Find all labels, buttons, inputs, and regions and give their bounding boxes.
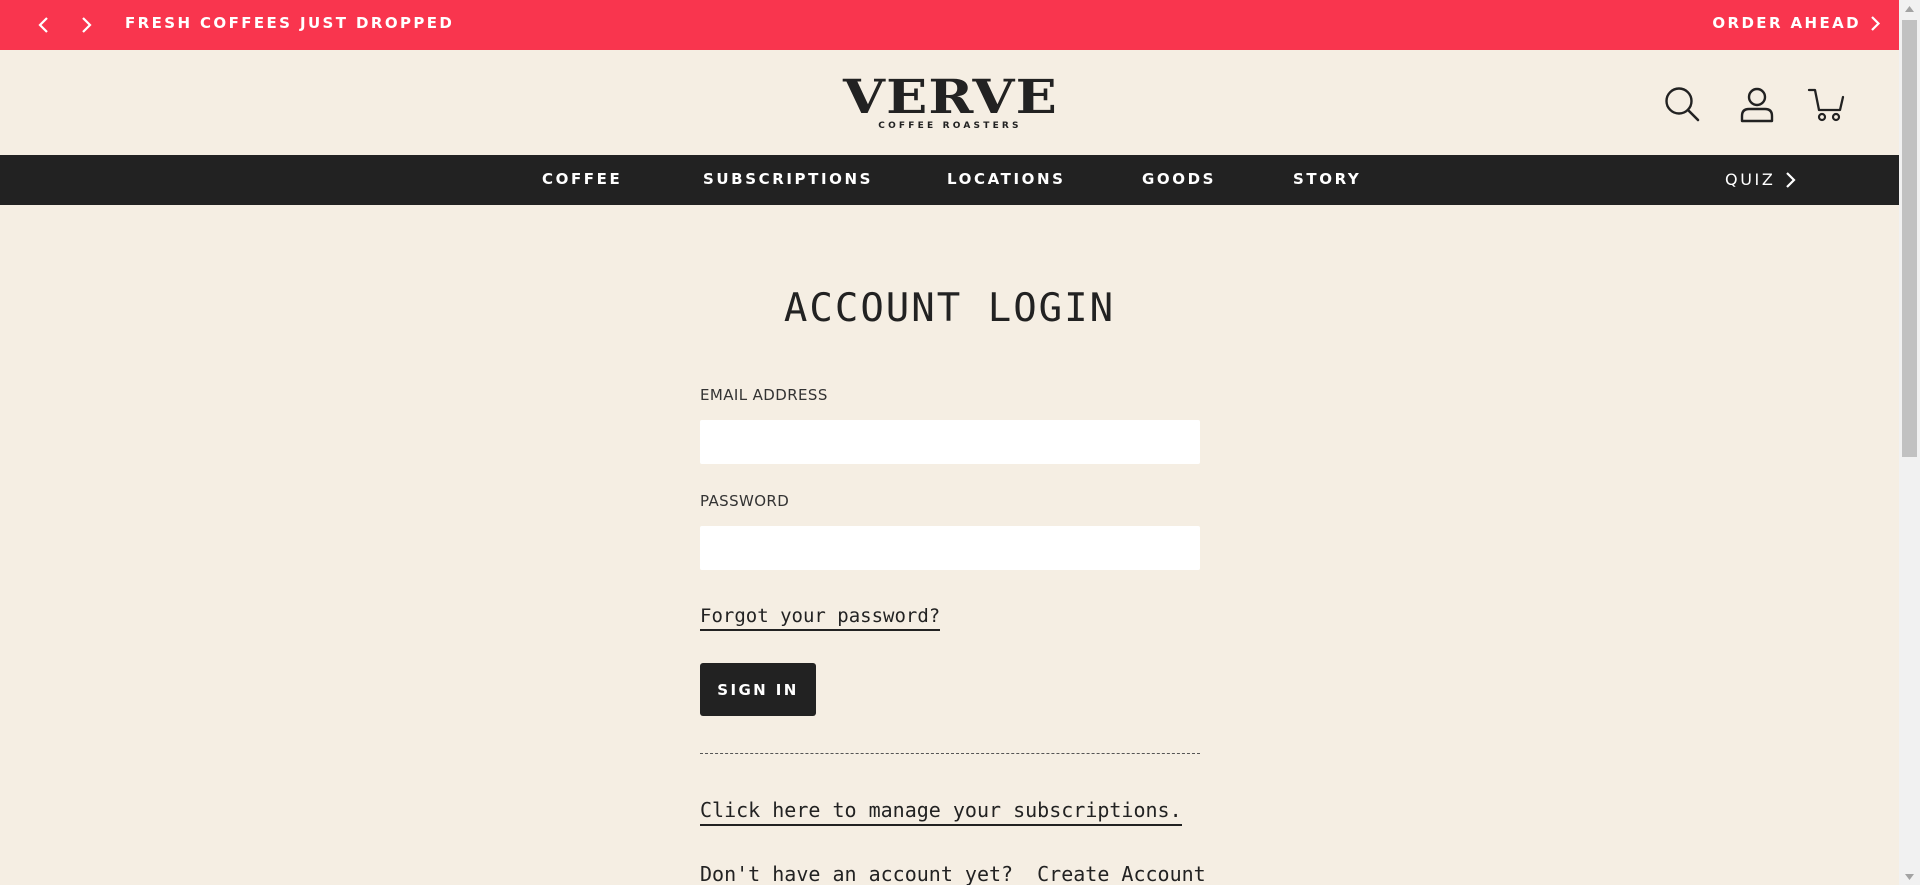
order-ahead-link[interactable]: ORDER AHEAD — [1712, 14, 1881, 32]
nav-item-goods[interactable]: GOODS — [1142, 170, 1216, 188]
chevron-right-icon — [1871, 15, 1881, 31]
main-nav: COFFEE SUBSCRIPTIONS LOCATIONS GOODS STO… — [0, 155, 1899, 205]
account-button[interactable] — [1737, 84, 1777, 124]
chevron-right-icon — [82, 17, 92, 33]
page-title: ACCOUNT LOGIN — [783, 286, 1116, 331]
chevron-left-icon — [38, 17, 48, 33]
announcement-message[interactable]: FRESH COFFEES JUST DROPPED — [125, 14, 454, 32]
create-account-link[interactable]: Create Account — [1037, 862, 1206, 885]
site-header: VERVE COFFEE ROASTERS — [0, 50, 1899, 155]
previous-announcement-button[interactable] — [30, 11, 58, 39]
email-label: EMAIL ADDRESS — [700, 386, 828, 404]
logo[interactable]: VERVE COFFEE ROASTERS — [832, 70, 1068, 132]
cart-icon — [1807, 88, 1845, 122]
scrollbar-thumb[interactable] — [1902, 20, 1917, 457]
cart-button[interactable] — [1806, 84, 1846, 124]
nav-item-quiz[interactable]: QUIZ — [1725, 170, 1796, 189]
order-ahead-label: ORDER AHEAD — [1712, 14, 1861, 32]
nav-item-story[interactable]: STORY — [1293, 170, 1361, 188]
nav-item-subscriptions[interactable]: SUBSCRIPTIONS — [703, 170, 873, 188]
no-account-text: Don't have an account yet? — [700, 862, 1014, 885]
divider — [700, 753, 1200, 754]
search-icon — [1665, 87, 1700, 122]
sign-in-button[interactable]: SIGN IN — [700, 663, 816, 716]
announcement-bar: FRESH COFFEES JUST DROPPED ORDER AHEAD — [0, 0, 1899, 50]
password-field[interactable] — [700, 526, 1200, 570]
manage-subscriptions-link[interactable]: Click here to manage your subscriptions. — [700, 798, 1182, 826]
next-announcement-button[interactable] — [72, 11, 100, 39]
password-label: PASSWORD — [700, 492, 790, 510]
quiz-label: QUIZ — [1725, 170, 1776, 189]
scroll-down-arrow-icon[interactable] — [1899, 868, 1920, 885]
forgot-password-link[interactable]: Forgot your password? — [700, 605, 941, 631]
scrollbar[interactable] — [1899, 0, 1920, 885]
account-icon — [1740, 87, 1774, 123]
create-account-prompt: Don't have an account yet? Create Accoun… — [700, 862, 1206, 885]
scroll-up-arrow-icon[interactable] — [1899, 0, 1920, 17]
chevron-right-icon — [1786, 171, 1796, 188]
nav-item-coffee[interactable]: COFFEE — [542, 170, 622, 188]
nav-item-locations[interactable]: LOCATIONS — [947, 170, 1066, 188]
logo-wordmark: VERVE — [842, 70, 1058, 125]
search-button[interactable] — [1662, 84, 1702, 124]
email-field[interactable] — [700, 420, 1200, 464]
